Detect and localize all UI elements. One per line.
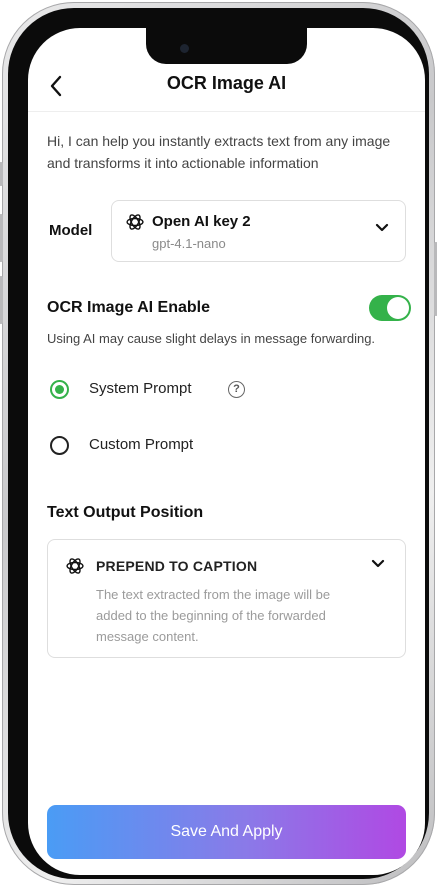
model-label: Model	[49, 222, 93, 239]
output-position-value: PREPEND TO CAPTION	[96, 558, 258, 574]
model-select[interactable]: Open AI key 2 gpt-4.1-nano	[111, 200, 406, 262]
page-title: OCR Image AI	[166, 73, 287, 93]
radio-custom-prompt[interactable]: Custom Prompt	[48, 433, 378, 459]
system-prompt-label: System Prompt	[89, 380, 192, 397]
ocr-enable-toggle[interactable]	[369, 295, 411, 321]
notch	[146, 28, 307, 64]
output-position-select[interactable]: PREPEND TO CAPTION The text extracted fr…	[47, 539, 406, 658]
ocr-enable-label: OCR Image AI Enable	[47, 299, 210, 316]
camera-icon	[180, 44, 189, 53]
help-icon[interactable]: ?	[228, 381, 245, 398]
model-name: Open AI key 2	[152, 213, 251, 230]
model-version: gpt-4.1-nano	[152, 236, 226, 251]
delay-warning: Using AI may cause slight delays in mess…	[47, 331, 376, 346]
openai-icon	[66, 558, 84, 574]
radio-button-checked[interactable]	[50, 380, 69, 399]
radio-system-prompt[interactable]: System Prompt ?	[48, 377, 378, 403]
output-position-description: The text extracted from the image will b…	[96, 587, 331, 644]
chevron-down-icon	[371, 559, 385, 568]
toggle-knob	[387, 297, 409, 319]
volume-down-button	[0, 276, 3, 324]
silent-switch	[0, 162, 3, 186]
intro-text: Hi, I can help you instantly extracts te…	[47, 133, 391, 171]
volume-up-button	[0, 214, 3, 262]
openai-icon	[126, 214, 144, 230]
chevron-down-icon	[375, 223, 389, 232]
app-header: OCR Image AI	[28, 64, 425, 112]
phone-frame: OCR Image AI Hi, I can help you instantl…	[0, 2, 437, 885]
save-and-apply-button[interactable]: Save And Apply	[47, 805, 406, 859]
radio-button-unchecked[interactable]	[50, 436, 69, 455]
screen: OCR Image AI Hi, I can help you instantl…	[28, 28, 425, 875]
output-position-label: Text Output Position	[47, 504, 204, 521]
phone-bezel: OCR Image AI Hi, I can help you instantl…	[8, 8, 429, 879]
custom-prompt-label: Custom Prompt	[89, 436, 194, 453]
